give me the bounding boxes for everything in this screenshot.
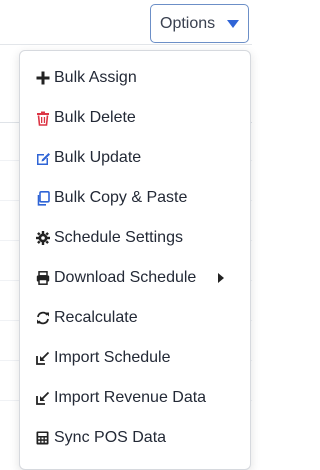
menu-item-bulk-copy-paste[interactable]: Bulk Copy & Paste <box>20 179 250 217</box>
menu-item-label: Recalculate <box>54 309 138 326</box>
options-dropdown-button[interactable]: Options <box>150 4 249 43</box>
menu-item-bulk-delete[interactable]: Bulk Delete <box>20 99 250 137</box>
menu-item-schedule-settings[interactable]: Schedule Settings <box>20 219 250 257</box>
options-dropdown-menu: Bulk Assign Bulk Delete Bulk Update Bulk… <box>19 50 251 470</box>
import-icon <box>36 390 50 406</box>
menu-item-label: Download Schedule <box>54 269 197 286</box>
plus-icon <box>36 70 50 86</box>
menu-item-label: Bulk Update <box>54 149 142 166</box>
caret-down-icon <box>227 20 239 28</box>
menu-item-label-highlighted: Import Revenue Data <box>54 389 206 407</box>
refresh-icon <box>36 310 50 326</box>
menu-item-label: Bulk Copy & Paste <box>54 189 188 206</box>
menu-item-label: Sync POS Data <box>54 429 167 446</box>
copy-icon <box>36 190 50 206</box>
menu-item-download-schedule[interactable]: Download Schedule <box>20 259 250 297</box>
menu-item-label: Import Schedule <box>54 349 171 366</box>
menu-item-bulk-assign[interactable]: Bulk Assign <box>20 59 250 97</box>
trash-icon <box>36 110 50 126</box>
menu-item-import-schedule[interactable]: Import Schedule <box>20 339 250 377</box>
menu-item-bulk-update[interactable]: Bulk Update <box>20 139 250 177</box>
edit-icon <box>36 150 50 166</box>
options-button-label: Options <box>160 14 216 32</box>
menu-item-label: Schedule Settings <box>54 229 183 246</box>
gear-icon <box>36 230 50 246</box>
print-icon <box>36 270 50 286</box>
menu-item-recalculate[interactable]: Recalculate <box>20 299 250 337</box>
menu-item-label-text: Import Revenue Data <box>54 389 207 406</box>
menu-item-import-revenue-data[interactable]: Import Revenue Data <box>20 379 250 417</box>
menu-item-sync-pos-data[interactable]: Sync POS Data <box>20 419 250 457</box>
import-icon <box>36 350 50 366</box>
menu-item-label: Bulk Assign <box>54 69 137 86</box>
menu-item-label: Bulk Delete <box>54 109 136 126</box>
calculator-icon <box>36 430 50 446</box>
caret-right-icon <box>218 273 224 283</box>
header-divider <box>0 44 252 45</box>
